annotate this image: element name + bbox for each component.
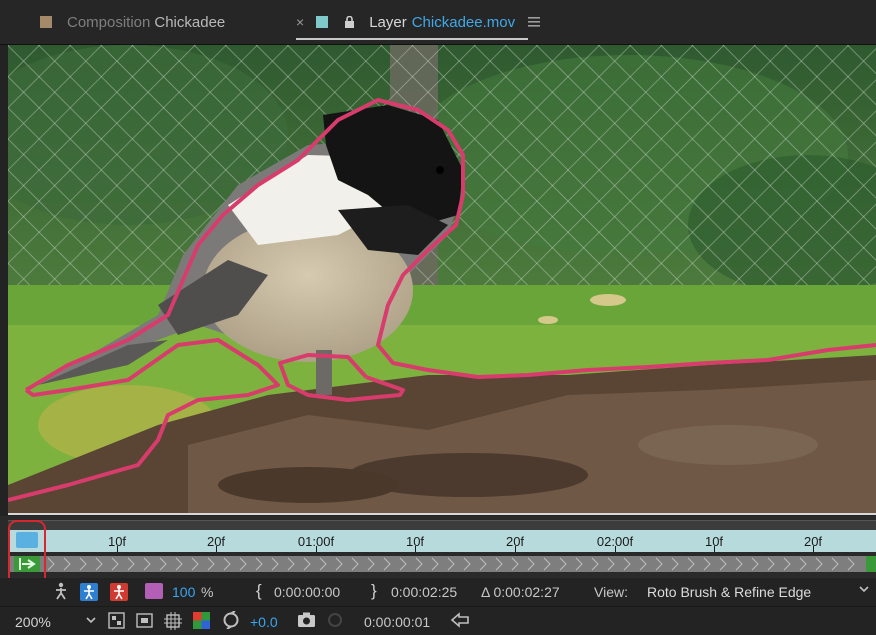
panel-tab-bar: Composition Chickadee × Layer Chickadee.… [0,0,876,45]
lock-icon[interactable] [344,15,355,29]
chevron-down-icon[interactable] [858,582,870,598]
tick-mark [714,546,715,552]
callout-highlight-box [8,520,46,587]
overlay-opacity-value[interactable]: 100 [172,584,195,600]
tab-composition-prefix: Composition [67,13,151,31]
time-ruler[interactable]: 10f 20f 01:00f 10f 20f 02:00f 10f 20f [8,530,876,552]
out-point-bracket-icon[interactable]: } [371,581,377,601]
exposure-value[interactable]: +0.0 [250,614,278,630]
roto-brush-foreground-icon[interactable] [80,583,98,601]
tab-composition-name: Chickadee [154,13,226,31]
span-end-marker[interactable] [866,556,876,572]
show-channel-icon[interactable] [450,612,470,631]
chickadee-video-frame [8,45,876,513]
tab-layer-name: Chickadee.mov [411,13,516,31]
propagation-chevrons [47,557,855,571]
layer-viewer[interactable] [8,45,876,515]
out-point-time[interactable]: 0:00:02:25 [391,584,457,600]
guides-grid-icon[interactable] [164,612,182,633]
overlay-color-swatch[interactable] [145,583,163,599]
composition-color-swatch [40,16,52,28]
tick-mark [415,546,416,552]
propagation-range-bar[interactable] [8,556,876,572]
roto-brush-background-icon[interactable] [110,583,128,601]
view-dropdown[interactable]: Roto Brush & Refine Edge [647,584,811,600]
region-of-interest-icon[interactable] [136,612,153,632]
reset-exposure-icon[interactable] [222,610,240,632]
tick-mark [515,546,516,552]
tab-composition[interactable]: Composition Chickadee [40,0,225,44]
in-point-time[interactable]: 0:00:00:00 [274,584,340,600]
roto-person-icon[interactable] [53,582,69,603]
show-snapshot-icon[interactable] [326,612,344,631]
hamburger-menu-icon[interactable] [528,17,541,27]
resolution-grid-icon[interactable] [108,612,125,632]
tab-layer-prefix: Layer [369,13,407,31]
chevron-down-icon[interactable] [85,613,97,629]
viewer-controls-row-2: 200% +0.0 0:00:00:01 [0,606,876,635]
in-point-bracket-icon[interactable]: { [256,581,262,601]
active-tab-underline [296,38,528,40]
current-time-display[interactable]: 0:00:00:01 [364,614,430,630]
close-tab-icon[interactable]: × [296,14,304,30]
tick-mark [216,546,217,552]
view-label: View: [594,584,628,600]
snapshot-camera-icon[interactable] [297,612,316,631]
tick-mark [813,546,814,552]
tick-mark [117,546,118,552]
tick-mark [615,546,616,552]
duration-time: Δ 0:00:02:27 [481,584,560,600]
tick-mark [316,546,317,552]
overlay-opacity-unit: % [201,584,214,600]
layer-timeline[interactable]: 10f 20f 01:00f 10f 20f 02:00f 10f 20f [0,516,876,578]
color-channels-icon[interactable] [193,612,210,632]
layer-color-swatch [316,16,329,28]
magnification-dropdown[interactable]: 200% [15,614,51,630]
viewer-controls-row-1: 100 % { 0:00:00:00 } 0:00:02:25 Δ 0:00:0… [0,578,876,606]
